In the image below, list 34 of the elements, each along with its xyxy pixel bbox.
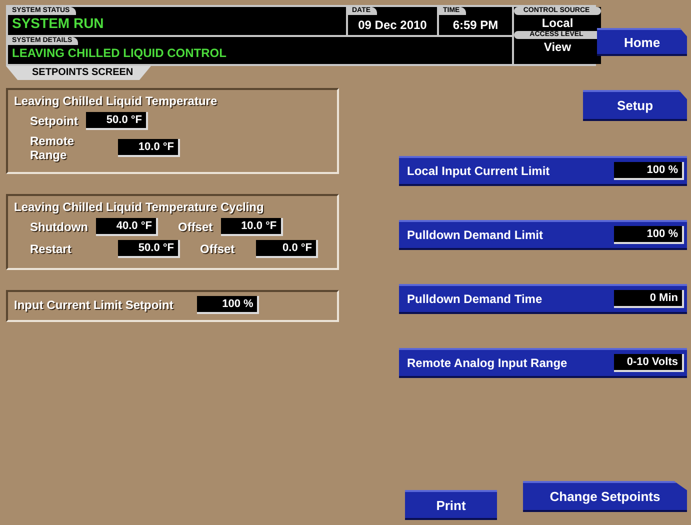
value-field[interactable]: 0.0 °F <box>256 240 318 258</box>
field-label: Offset <box>178 220 213 234</box>
change-setpoints-button[interactable]: Change Setpoints <box>523 481 687 512</box>
print-button[interactable]: Print <box>405 490 497 520</box>
system-status-value: SYSTEM RUN <box>11 15 105 31</box>
access-level-value: View <box>544 39 572 55</box>
field-label: Offset <box>200 242 236 256</box>
setting-button[interactable]: Pulldown Demand Time 0 Min <box>399 284 687 314</box>
value-field[interactable]: 10.0 °F <box>220 218 283 236</box>
value-field[interactable]: 100 % <box>197 296 260 314</box>
control-source-value: Local <box>542 15 574 31</box>
setting-button[interactable]: Local Input Current Limit 100 % <box>399 156 687 186</box>
field-label: Remote Range <box>30 134 76 162</box>
time-value: 6:59 PM <box>452 17 498 33</box>
panel-title: Leaving Chilled Liquid Temperature Cycling <box>14 200 265 214</box>
value-field[interactable]: 40.0 °F <box>96 218 158 236</box>
date-value: 09 Dec 2010 <box>358 17 427 33</box>
setting-button[interactable]: Remote Analog Input Range 0-10 Volts <box>399 348 687 378</box>
system-details-value: LEAVING CHILLED LIQUID CONTROL <box>11 45 228 61</box>
setting-button[interactable]: Pulldown Demand Limit 100 % <box>399 220 687 250</box>
value-field[interactable]: 50.0 °F <box>118 240 180 258</box>
setup-button[interactable]: Setup <box>583 90 687 121</box>
panel-title: Leaving Chilled Liquid Temperature <box>14 94 218 108</box>
value-field[interactable]: 100 % <box>614 226 684 244</box>
value-field[interactable]: 0 Min <box>614 290 684 308</box>
value-field[interactable]: 100 % <box>614 162 684 180</box>
value-field[interactable]: 50.0 °F <box>86 112 148 130</box>
field-label: Restart <box>30 242 72 256</box>
home-button[interactable]: Home <box>597 28 687 56</box>
panel-title: Input Current Limit Setpoint <box>14 298 174 312</box>
value-field[interactable]: 0-10 Volts <box>614 354 684 372</box>
field-label: Shutdown <box>30 220 88 234</box>
value-field[interactable]: 10.0 °F <box>118 139 180 157</box>
field-label: Setpoint <box>30 114 78 128</box>
